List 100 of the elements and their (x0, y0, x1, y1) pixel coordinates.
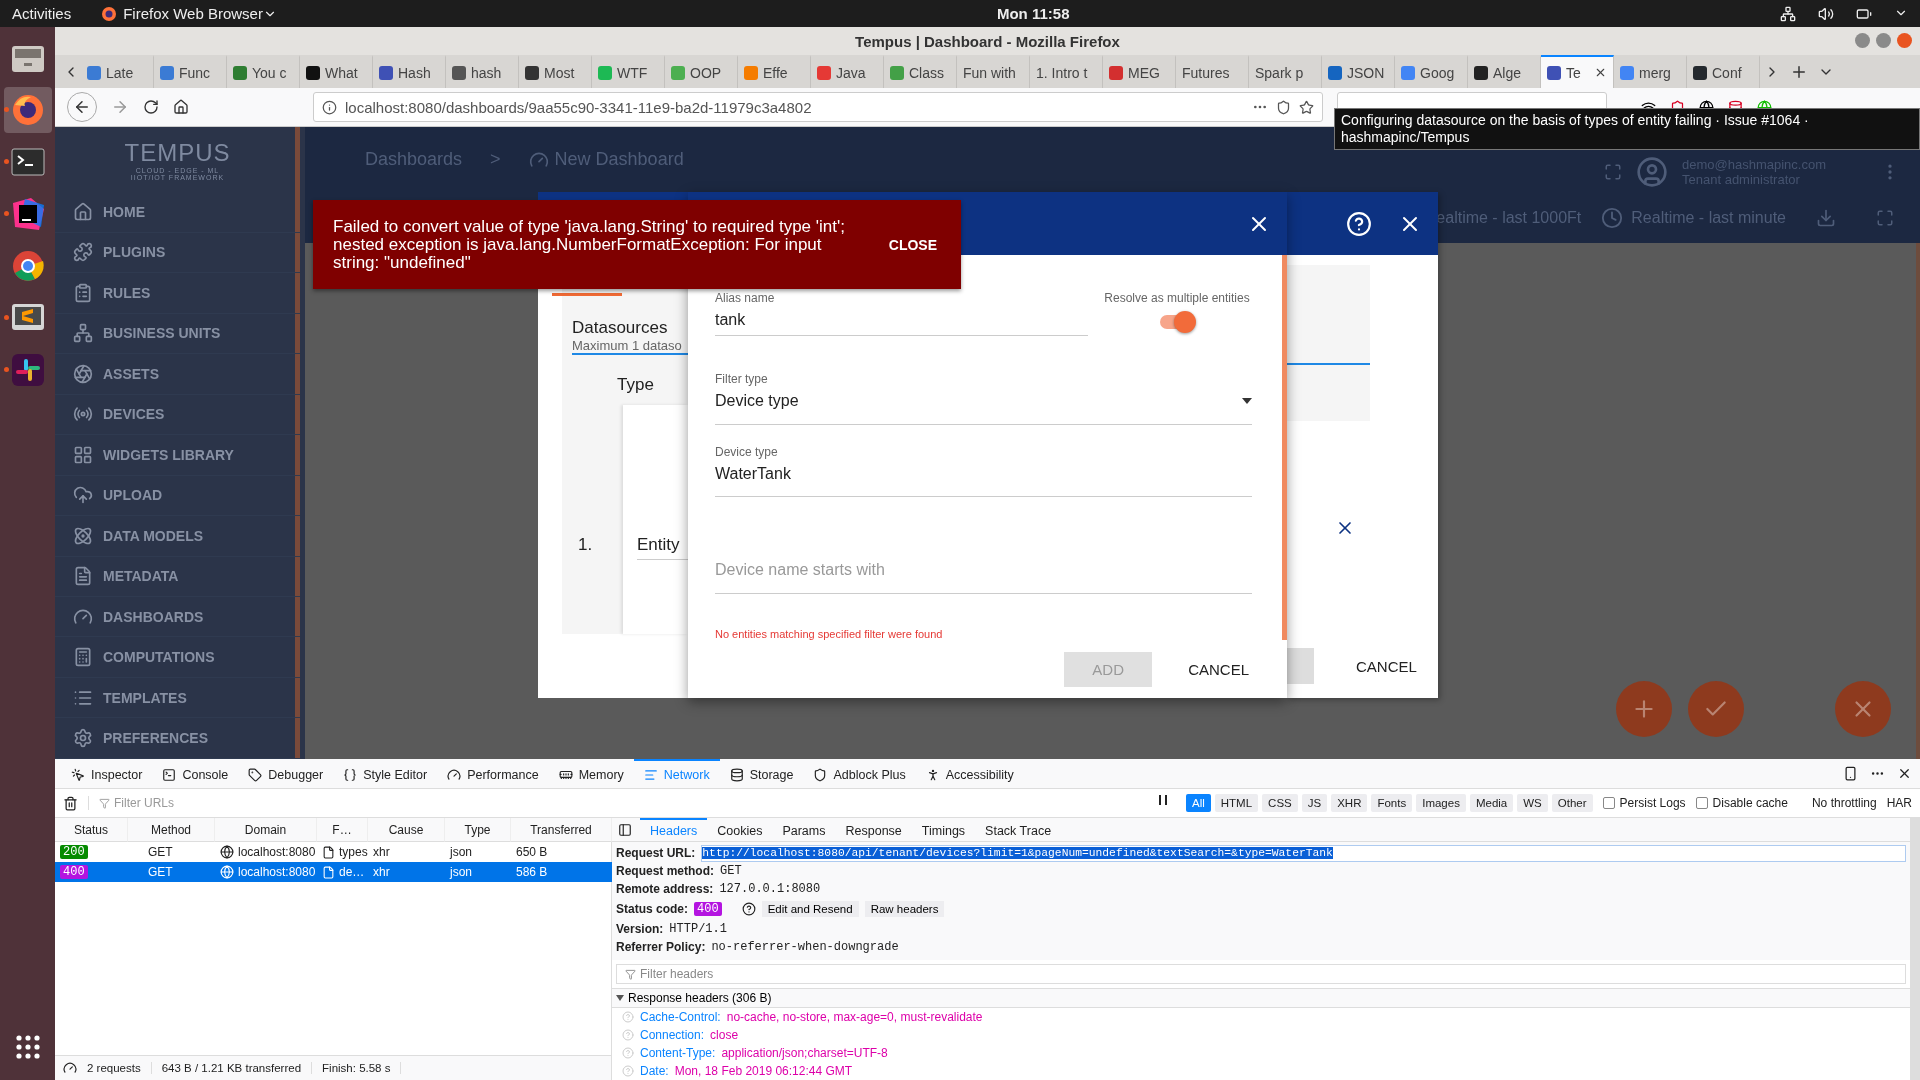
type-filter-button[interactable]: HTML (1214, 794, 1259, 812)
sidebar-item[interactable]: PREFERENCES (55, 718, 300, 759)
devtools-tab[interactable]: Adblock Plus (803, 758, 916, 789)
panel-toggle-icon[interactable] (618, 822, 632, 837)
field-value: GET (720, 864, 742, 878)
cancel-button[interactable]: CANCEL (1170, 651, 1267, 687)
toast-close-button[interactable]: CLOSE (882, 235, 943, 254)
field-value: 127.0.0.1:8080 (719, 882, 821, 896)
minimize-button[interactable] (1855, 33, 1870, 48)
table-cell: 586 B (511, 862, 612, 882)
type-filter-button[interactable]: WS (1517, 794, 1548, 812)
cancel-button[interactable]: CANCEL (1344, 649, 1429, 683)
column-header[interactable]: Domain (215, 818, 317, 842)
filter-icon (99, 797, 110, 809)
throttling-select[interactable]: No throttling (1811, 796, 1877, 810)
option-checkbox[interactable]: Disable cache (1695, 796, 1788, 810)
performance-icon[interactable] (63, 1061, 77, 1075)
column-header[interactable]: Method (128, 818, 215, 842)
address-bar[interactable]: localhost:8080/dashboards/9aa55c90-3341-11e9-ba2d-11979c3a4802 (313, 92, 1323, 122)
home-button[interactable] (173, 99, 189, 115)
firefox-icon (101, 5, 118, 22)
network-icon[interactable] (1780, 5, 1796, 22)
sidebar-item[interactable]: PLUGINS (55, 232, 300, 274)
type-filter-button[interactable]: Fonts (1371, 794, 1413, 812)
star-icon[interactable] (1299, 99, 1314, 115)
filter-headers-field[interactable]: Filter headers (616, 964, 1906, 984)
devtools-tab[interactable]: Network (633, 758, 720, 789)
detail-tab[interactable]: Params (772, 818, 836, 841)
volume-icon[interactable] (1818, 5, 1834, 22)
column-header[interactable]: Type (445, 818, 511, 842)
devtools-tab[interactable]: Accessibility (915, 758, 1024, 789)
help-icon[interactable] (741, 902, 756, 916)
alias-name-field[interactable]: tank (715, 311, 1088, 329)
type-filter-button[interactable]: JS (1301, 794, 1328, 812)
column-header[interactable]: Status (55, 818, 128, 842)
sidebar-item[interactable]: HOME (55, 192, 300, 233)
type-filter-button[interactable]: CSS (1262, 794, 1298, 812)
type-filter-button[interactable]: Images (1416, 794, 1466, 812)
dock-app[interactable] (3, 87, 52, 133)
sidebar-item[interactable]: RULES (55, 273, 300, 314)
browser-tab[interactable]: Te (1541, 55, 1614, 88)
type-filter-button[interactable]: XHR (1331, 794, 1368, 812)
responsive-icon[interactable] (1843, 766, 1858, 781)
devtools-tab[interactable]: Memory (548, 758, 634, 789)
pause-icon[interactable] (1158, 794, 1168, 806)
toggle-switch[interactable] (1158, 311, 1196, 333)
detail-tab[interactable]: Response (835, 818, 912, 841)
sidebar-item[interactable]: BUSINESS UNITS (55, 313, 300, 355)
type-filter-button[interactable]: Media (1469, 794, 1514, 812)
activities-button[interactable]: Activities (12, 5, 72, 22)
logo-name: TEMPUS (124, 138, 231, 167)
maximize-button[interactable] (1876, 33, 1891, 48)
type-filter-button[interactable]: Other (1551, 794, 1593, 812)
devtools-tab[interactable]: Inspector (61, 758, 153, 789)
sidebar-item[interactable]: COMPUTATIONS (55, 637, 300, 678)
section-toggle[interactable]: Response headers (306 B) (612, 988, 1910, 1008)
sidebar-item[interactable]: METADATA (55, 556, 300, 597)
detail-tab[interactable]: Cookies (707, 818, 773, 841)
clock[interactable]: Mon 11:58 (996, 5, 1070, 22)
devtools-tab[interactable]: Debugger (238, 758, 334, 789)
reload-button[interactable] (143, 99, 159, 115)
column-header[interactable]: F… (317, 818, 368, 842)
clipboard-icon (73, 282, 93, 303)
sidebar-item[interactable]: TEMPLATES (55, 677, 300, 719)
info-icon (322, 99, 337, 115)
sidebar-item[interactable]: ASSETS (55, 354, 300, 395)
close-icon[interactable] (1897, 766, 1912, 781)
devtools-tab[interactable]: Performance (437, 758, 549, 789)
type-filter-button[interactable]: All (1186, 794, 1211, 812)
table-cell-text: GET (147, 844, 174, 861)
devtools-tab[interactable]: Console (152, 758, 239, 789)
app-menu[interactable]: Firefox Web Browser (123, 5, 263, 22)
table-cell: xhr (368, 862, 445, 882)
request-url-field[interactable]: http://localhost:8080/api/tenant/devices?limit=1&pageNum=undefined&textSearch=&type=WaterTank (701, 844, 1906, 862)
sidebar-item[interactable]: DASHBOARDS (55, 597, 300, 638)
row-index: 1. (578, 535, 593, 555)
devtools-tab[interactable]: Style Editor (333, 758, 438, 789)
device-type-field[interactable]: WaterTank (715, 464, 1252, 483)
detail-tab[interactable]: Stack Trace (975, 818, 1062, 841)
column-header[interactable]: Transferred (511, 818, 612, 842)
forward-icon (111, 98, 129, 116)
har-menu[interactable]: HAR (1886, 796, 1912, 810)
sidebar-item[interactable]: DEVICES (55, 394, 300, 436)
filter-type-select[interactable]: Device type (715, 392, 1252, 410)
table-cell: de… (317, 862, 368, 882)
action-button[interactable]: Edit and Resend (761, 901, 859, 917)
sidebar-item[interactable]: WIDGETS LIBRARY (55, 435, 300, 476)
shield-icon[interactable] (1276, 99, 1291, 115)
action-button[interactable]: Raw headers (864, 901, 945, 917)
close-tab-icon[interactable] (1594, 66, 1607, 79)
table-cell-text: 650 B (515, 844, 549, 861)
detail-tab[interactable]: Timings (911, 818, 976, 841)
forward-button[interactable] (111, 98, 129, 116)
close-button[interactable] (1897, 33, 1912, 48)
trash-icon[interactable] (63, 795, 78, 811)
column-header[interactable]: Cause (368, 818, 445, 842)
sidebar-item[interactable]: DATA MODELS (55, 516, 300, 557)
option-checkbox[interactable]: Persist Logs (1602, 796, 1686, 810)
devtools-tab[interactable]: Storage (719, 758, 804, 789)
sidebar-item[interactable]: UPLOAD (55, 475, 300, 517)
